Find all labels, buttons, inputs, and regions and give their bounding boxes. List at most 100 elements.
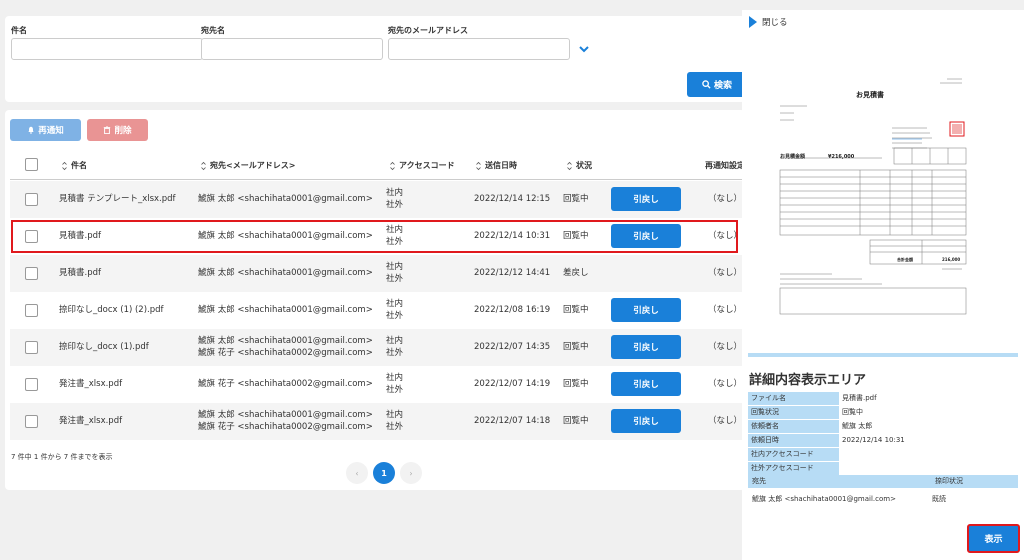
row-status: 差戻し xyxy=(563,268,589,278)
field-value-requested-at: 2022/12/14 10:31 xyxy=(842,436,905,444)
field-label-requested-at: 依頼日時 xyxy=(748,434,839,447)
table-row[interactable]: 見積書 テンプレート_xlsx.pdf 鯱旗 太郎 <shachihata000… xyxy=(10,181,745,218)
row-subject[interactable]: 発注書_xlsx.pdf xyxy=(59,415,122,427)
row-recipient: 鯱旗 太郎 <shachihata0001@gmail.com> xyxy=(198,268,373,278)
search-button[interactable]: 検索 xyxy=(687,72,747,97)
prev-page-button[interactable]: ‹ xyxy=(346,462,368,484)
table-row[interactable]: 発注書_xlsx.pdf 鯱旗 花子 <shachihata0002@gmail… xyxy=(10,366,745,403)
row-renotify: （なし） xyxy=(708,342,743,352)
detail-title: 詳細内容表示エリア xyxy=(749,373,867,388)
header-sent-at[interactable]: 送信日時 xyxy=(476,160,517,171)
next-page-button[interactable]: › xyxy=(400,462,422,484)
close-button[interactable]: 閉じる xyxy=(749,16,788,28)
pullback-button[interactable]: 引戻し xyxy=(611,187,681,211)
field-label-requester: 依頼者名 xyxy=(748,420,839,433)
table-row[interactable]: 捺印なし_docx (1) (2).pdf 鯱旗 太郎 <shachihata0… xyxy=(10,292,745,329)
document-preview[interactable]: お見積書 お見積金額 ¥216,000 合計金額 216,000 xyxy=(772,70,987,350)
table-row[interactable]: 見積書.pdf 鯱旗 太郎 <shachihata0001@gmail.com>… xyxy=(10,218,745,255)
row-code-external: 社外 xyxy=(386,385,404,395)
row-recipient: 鯱旗 太郎 <shachihata0001@gmail.com> xyxy=(198,194,373,204)
row-recipient: 鯱旗 太郎 <shachihata0001@gmail.com> xyxy=(198,305,373,315)
header-subject[interactable]: 件名 xyxy=(62,160,87,171)
trash-icon xyxy=(104,126,111,134)
triangle-right-icon xyxy=(749,16,757,28)
header-recipient[interactable]: 宛先<メールアドレス> xyxy=(201,160,295,171)
row-renotify: （なし） xyxy=(708,194,743,204)
table-row[interactable]: 捺印なし_docx (1).pdf 鯱旗 太郎 <shachihata0001@… xyxy=(10,329,745,366)
renotify-button[interactable]: 再通知 xyxy=(10,119,81,141)
recipient-name-input[interactable] xyxy=(201,38,383,60)
delete-button[interactable]: 削除 xyxy=(87,119,148,141)
subject-label: 件名 xyxy=(11,26,27,35)
row-sent-at: 2022/12/14 10:31 xyxy=(474,231,551,241)
field-label-filename: ファイル名 xyxy=(748,392,839,405)
preview-amount-value: ¥216,000 xyxy=(828,154,855,160)
stamp-status-header-label: 捺印状況 xyxy=(935,477,963,485)
row-subject[interactable]: 発注書_xlsx.pdf xyxy=(59,378,122,390)
page-1-button[interactable]: 1 xyxy=(373,462,395,484)
row-checkbox[interactable] xyxy=(25,267,38,280)
field-value-requester: 鯱旗 太郎 xyxy=(842,422,873,430)
row-checkbox[interactable] xyxy=(25,415,38,428)
row-code-internal: 社内 xyxy=(386,262,404,272)
subject-input[interactable] xyxy=(11,38,203,60)
preview-divider xyxy=(748,353,1018,357)
field-value-status: 回覧中 xyxy=(842,408,863,416)
row-subject[interactable]: 捺印なし_docx (1).pdf xyxy=(59,341,149,353)
table-row[interactable]: 発注書_xlsx.pdf 鯱旗 太郎 <shachihata0001@gmail… xyxy=(10,403,745,440)
preview-title: お見積書 xyxy=(856,90,884,99)
row-subject[interactable]: 見積書.pdf xyxy=(59,267,101,279)
row-recipient: 鯱旗 太郎 <shachihata0001@gmail.com> xyxy=(198,231,373,241)
row-checkbox[interactable] xyxy=(25,378,38,391)
detail-panel: 閉じる お見積書 お見積金額 ¥216,000 合計金額 216,000 詳細内… xyxy=(742,10,1024,560)
select-all-checkbox[interactable] xyxy=(25,158,38,171)
recipient-email-input[interactable] xyxy=(388,38,570,60)
sort-icon xyxy=(567,161,572,170)
row-subject[interactable]: 見積書.pdf xyxy=(59,230,101,242)
header-access-code[interactable]: アクセスコード xyxy=(390,160,455,171)
recipients-header-label: 宛先 xyxy=(752,477,766,485)
pullback-button[interactable]: 引戻し xyxy=(611,298,681,322)
row-subject[interactable]: 見積書 テンプレート_xlsx.pdf xyxy=(59,193,176,205)
preview-total-label: 合計金額 xyxy=(897,256,913,262)
row-status: 回覧中 xyxy=(563,305,589,315)
show-button[interactable]: 表示 xyxy=(967,524,1020,553)
row-sent-at: 2022/12/07 14:35 xyxy=(474,342,551,352)
close-label: 閉じる xyxy=(762,18,788,28)
row-code-external: 社外 xyxy=(386,274,404,284)
search-panel: 件名 宛先名 宛先のメールアドレス 検索 xyxy=(5,16,747,102)
header-status[interactable]: 状況 xyxy=(567,160,592,171)
row-checkbox[interactable] xyxy=(25,193,38,206)
recipient-name: 鯱旗 太郎 <shachihata0001@gmail.com> xyxy=(752,495,896,503)
pullback-button[interactable]: 引戻し xyxy=(611,409,681,433)
sort-icon xyxy=(390,161,395,170)
table-header: 件名 宛先<メールアドレス> アクセスコード 送信日時 状況 再通知設定 xyxy=(10,152,745,180)
row-subject[interactable]: 捺印なし_docx (1) (2).pdf xyxy=(59,304,164,316)
pullback-button[interactable]: 引戻し xyxy=(611,335,681,359)
delete-label: 削除 xyxy=(114,126,132,136)
recipient-name-label: 宛先名 xyxy=(201,26,225,35)
row-recipient: 鯱旗 太郎 <shachihata0001@gmail.com> xyxy=(198,336,373,346)
recipient-email-label: 宛先のメールアドレス xyxy=(388,26,468,35)
field-value-filename: 見積書.pdf xyxy=(842,394,877,402)
row-status: 回覧中 xyxy=(563,416,589,426)
row-renotify: （なし） xyxy=(708,379,743,389)
row-checkbox[interactable] xyxy=(25,230,38,243)
row-recipient: 鯱旗 花子 <shachihata0002@gmail.com> xyxy=(198,422,373,432)
row-code-internal: 社内 xyxy=(386,373,404,383)
row-checkbox[interactable] xyxy=(25,341,38,354)
row-checkbox[interactable] xyxy=(25,304,38,317)
pullback-button[interactable]: 引戻し xyxy=(611,224,681,248)
preview-amount-label: お見積金額 xyxy=(780,153,805,160)
row-recipient: 鯱旗 花子 <shachihata0002@gmail.com> xyxy=(198,379,373,389)
row-sent-at: 2022/12/14 12:15 xyxy=(474,194,551,204)
row-code-external: 社外 xyxy=(386,422,404,432)
chevron-down-icon[interactable] xyxy=(577,42,591,56)
row-status: 回覧中 xyxy=(563,379,589,389)
search-icon xyxy=(702,80,711,89)
table-row[interactable]: 見積書.pdf 鯱旗 太郎 <shachihata0001@gmail.com>… xyxy=(10,255,745,292)
row-sent-at: 2022/12/08 16:19 xyxy=(474,305,551,315)
row-status: 回覧中 xyxy=(563,231,589,241)
pullback-button[interactable]: 引戻し xyxy=(611,372,681,396)
header-renotify-setting: 再通知設定 xyxy=(705,161,745,170)
